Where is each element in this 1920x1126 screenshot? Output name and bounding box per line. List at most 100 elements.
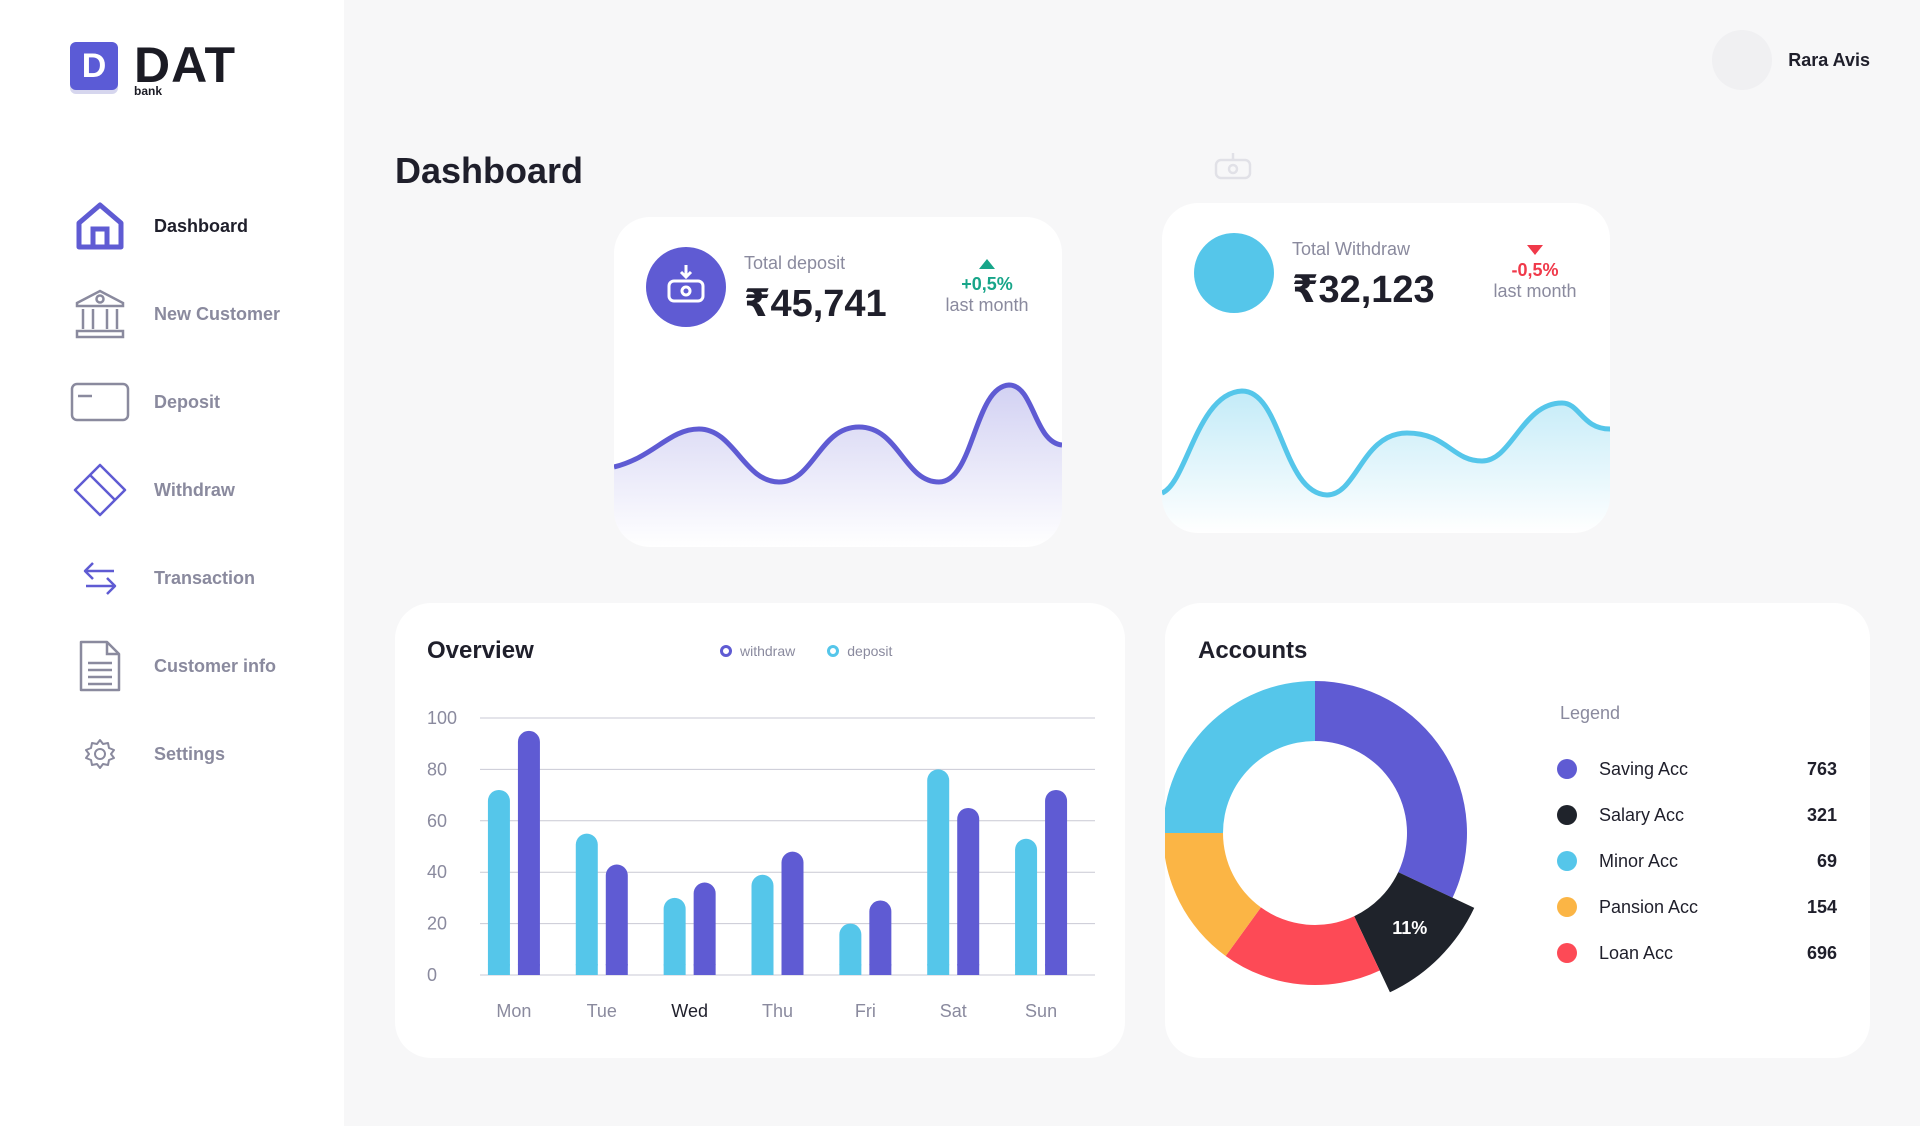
avatar[interactable] bbox=[1712, 30, 1773, 90]
bar-withdraw-thu[interactable] bbox=[781, 851, 804, 975]
y-tick-label: 20 bbox=[427, 914, 447, 934]
gear-icon bbox=[70, 724, 130, 784]
withdraw-sparkline bbox=[1162, 388, 1610, 533]
bar-withdraw-wed[interactable] bbox=[693, 882, 716, 975]
bar-base bbox=[1015, 964, 1038, 975]
document-icon bbox=[70, 636, 130, 696]
legend-row-minor[interactable]: Minor Acc 69 bbox=[1557, 846, 1837, 876]
withdraw-card[interactable]: Total Withdraw ₹32,123 -0,5% last month bbox=[1162, 203, 1610, 533]
legend-row-pansion[interactable]: Pansion Acc 154 bbox=[1557, 892, 1837, 922]
legend-value: 763 bbox=[1806, 758, 1837, 779]
bar-withdraw-tue[interactable] bbox=[605, 864, 628, 975]
bar-base bbox=[751, 964, 774, 975]
sidebar-nav: Dashboard New Customer Deposit Withdraw … bbox=[70, 182, 280, 798]
page-title: Dashboard bbox=[395, 150, 584, 191]
slice-minor-acc[interactable] bbox=[1165, 681, 1315, 833]
legend-value: 321 bbox=[1806, 804, 1837, 825]
trend-down-icon bbox=[1527, 245, 1543, 255]
withdraw-change: -0,5% last month bbox=[1480, 239, 1590, 302]
sidebar-item-label: Customer info bbox=[154, 655, 277, 676]
minor-acc-dot bbox=[1557, 851, 1577, 871]
overview-card: Overview withdraw deposit 100 80 60 40 20 0 Mo… bbox=[395, 603, 1125, 1058]
bar-base bbox=[605, 964, 628, 975]
legend-name: Loan Acc bbox=[1599, 942, 1674, 963]
bar-base bbox=[1045, 964, 1068, 975]
legend-name: Pansion Acc bbox=[1599, 896, 1699, 917]
bank-icon bbox=[70, 284, 130, 344]
legend-row-salary[interactable]: Salary Acc 321 bbox=[1557, 800, 1837, 830]
legend-name: Saving Acc bbox=[1599, 758, 1689, 779]
bar-deposit-tue[interactable] bbox=[575, 833, 598, 975]
sidebar-item-settings[interactable]: Settings bbox=[70, 710, 280, 798]
bar-base bbox=[839, 964, 862, 975]
sidebar-item-transaction[interactable]: Transaction bbox=[70, 534, 280, 622]
sidebar-item-withdraw[interactable]: Withdraw bbox=[70, 446, 280, 534]
sidebar: D DAT bank Dashboard New Customer Deposi… bbox=[0, 0, 344, 1126]
deposit-change-pct: +0,5% bbox=[961, 274, 1013, 294]
x-tick-label: Fri bbox=[855, 1001, 876, 1021]
logo[interactable]: D DAT bank bbox=[70, 37, 237, 98]
deposit-value: ₹45,741 bbox=[744, 283, 887, 325]
logo-title: DAT bbox=[134, 37, 237, 93]
withdraw-period: last month bbox=[1493, 281, 1577, 301]
sidebar-item-label: Deposit bbox=[154, 391, 221, 412]
bar-deposit-sun[interactable] bbox=[1015, 838, 1038, 975]
bar-deposit-mon[interactable] bbox=[487, 789, 510, 975]
slice-saving-acc[interactable] bbox=[1315, 681, 1467, 898]
x-tick-label: Mon bbox=[496, 1001, 531, 1021]
salary-acc-dot bbox=[1557, 805, 1577, 825]
accounts-legend-title: Legend bbox=[1560, 703, 1621, 723]
bar-deposit-sat[interactable] bbox=[927, 769, 950, 975]
bar-base bbox=[517, 964, 540, 975]
logo-subtitle: bank bbox=[134, 84, 163, 98]
bar-withdraw-fri[interactable] bbox=[869, 900, 892, 975]
y-tick-label: 40 bbox=[427, 862, 447, 882]
deposit-period: last month bbox=[945, 295, 1029, 315]
y-tick-label: 0 bbox=[427, 965, 437, 985]
user-profile[interactable]: Rara Avis bbox=[1712, 30, 1870, 90]
legend-row-saving[interactable]: Saving Acc 763 bbox=[1557, 754, 1837, 784]
sidebar-item-label: Dashboard bbox=[154, 215, 249, 236]
bar-base bbox=[869, 964, 892, 975]
slice-highlight-label: 11% bbox=[1392, 918, 1427, 938]
bar-base bbox=[927, 964, 950, 975]
sidebar-item-label: Transaction bbox=[154, 567, 256, 588]
withdraw-icon-badge bbox=[1194, 233, 1274, 313]
accounts-title: Accounts bbox=[1198, 637, 1308, 664]
y-tick-label: 80 bbox=[427, 759, 447, 779]
sidebar-item-new-customer[interactable]: New Customer bbox=[70, 270, 280, 358]
legend-name: Minor Acc bbox=[1599, 850, 1679, 871]
withdraw-change-pct: -0,5% bbox=[1511, 260, 1559, 280]
y-tick-label: 60 bbox=[427, 811, 447, 831]
bar-withdraw-sun[interactable] bbox=[1045, 789, 1068, 975]
sidebar-item-dashboard[interactable]: Dashboard bbox=[70, 182, 280, 270]
bar-deposit-thu[interactable] bbox=[751, 874, 774, 975]
bar-deposit-wed[interactable] bbox=[663, 897, 686, 975]
y-tick-label: 100 bbox=[427, 708, 457, 728]
download-cash-icon bbox=[667, 265, 705, 303]
sidebar-item-deposit[interactable]: Deposit bbox=[70, 358, 280, 446]
tag-card-icon bbox=[70, 460, 130, 520]
bar-base bbox=[575, 964, 598, 975]
legend-value: 154 bbox=[1806, 896, 1837, 917]
transfer-arrows-icon bbox=[70, 548, 130, 608]
sidebar-item-label: Settings bbox=[154, 743, 226, 764]
bar-base bbox=[663, 964, 686, 975]
bar-base bbox=[487, 964, 510, 975]
sidebar-item-label: Withdraw bbox=[154, 479, 235, 500]
sidebar-item-customer-info[interactable]: Customer info bbox=[70, 622, 280, 710]
bar-withdraw-sat[interactable] bbox=[957, 807, 980, 975]
bar-withdraw-mon[interactable] bbox=[517, 730, 540, 975]
loan-acc-dot bbox=[1557, 943, 1577, 963]
x-tick-label: Sat bbox=[940, 1001, 967, 1021]
deposit-card[interactable]: Total deposit ₹45,741 +0,5% last month bbox=[614, 217, 1062, 547]
bar-base bbox=[957, 964, 980, 975]
deposit-label: Total deposit bbox=[744, 253, 846, 273]
x-tick-label: Tue bbox=[587, 1001, 617, 1021]
sidebar-item-label: New Customer bbox=[154, 303, 281, 324]
legend-row-loan[interactable]: Loan Acc 696 bbox=[1557, 938, 1837, 968]
trend-up-icon bbox=[979, 259, 995, 269]
logo-mark: D bbox=[70, 42, 118, 90]
money-icon bbox=[1214, 152, 1252, 187]
bar-base bbox=[693, 964, 716, 975]
